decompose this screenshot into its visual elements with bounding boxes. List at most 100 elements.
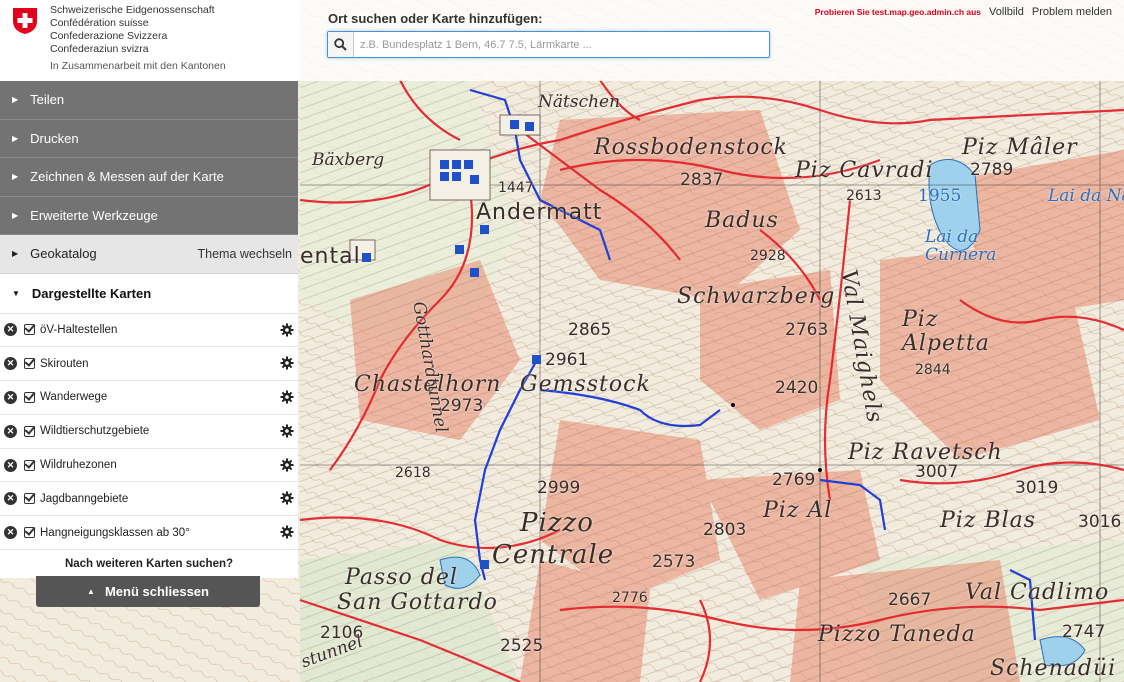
map-label-piz-al: Piz Al [763, 498, 833, 523]
sidebar-menu: ▶ Teilen ▶ Drucken ▶ Zeichnen & Messen a… [0, 81, 298, 579]
caret-right-icon: ▶ [12, 172, 19, 182]
gear-icon[interactable] [280, 525, 294, 539]
confederation-line-rm: Confederaziun svizra [50, 43, 149, 55]
map-label-pizzo: Pizzo [520, 508, 594, 538]
map-label-3007: 3007 [915, 462, 959, 482]
map-label-2667: 2667 [888, 590, 932, 610]
checkbox-checked-icon[interactable] [24, 391, 35, 403]
gear-icon[interactable] [280, 424, 294, 438]
map-label-2865: 2865 [568, 320, 612, 340]
map-label-2573: 2573 [652, 552, 696, 572]
test-site-link[interactable]: Probieren Sie test.map.geo.admin.ch aus [815, 7, 981, 17]
map-label-natschen: Nätschen [538, 92, 621, 112]
remove-layer-icon[interactable]: ✕ [4, 424, 17, 438]
map-label-andermatt: Andermatt [476, 200, 603, 225]
caret-right-icon: ▶ [12, 249, 19, 259]
map-label-passo-del: Passo del [345, 565, 458, 590]
confederation-line-fr: Confédération suisse [50, 17, 149, 29]
menu-draw-label: Zeichnen & Messen auf der Karte [30, 169, 224, 185]
map-label-2525: 2525 [500, 636, 544, 656]
menu-advanced-tools[interactable]: ▶ Erweiterte Werkzeuge [0, 196, 298, 235]
menu-displayed-maps-label: Dargestellte Karten [31, 285, 152, 301]
checkbox-checked-icon[interactable] [24, 493, 35, 505]
checkbox-checked-icon[interactable] [24, 358, 35, 370]
layer-label[interactable]: öV-Haltestellen [40, 324, 117, 336]
layer-label[interactable]: Skirouten [40, 358, 89, 370]
layer-row: ✕ Jagdbanngebiete [0, 482, 298, 517]
map-label-2776: 2776 [612, 590, 648, 606]
fullscreen-link[interactable]: Vollbild [989, 6, 1024, 18]
layer-row: ✕ Skirouten [0, 347, 298, 382]
map-label-2613: 2613 [846, 188, 882, 204]
map-label-piz-alpetta: Piz Alpetta [902, 307, 990, 356]
menu-geocatalog-label: Geokatalog [30, 246, 97, 262]
map-label-schwarzberg: Schwarzberg [677, 284, 836, 309]
checkbox-checked-icon[interactable] [24, 324, 35, 336]
close-menu-button[interactable]: ▲ Menü schliessen [36, 576, 260, 607]
report-problem-link[interactable]: Problem melden [1032, 6, 1112, 18]
map-label-san-gottardo: San Gottardo [337, 590, 498, 615]
map-label-ental: ental [300, 244, 361, 269]
gear-icon[interactable] [280, 458, 294, 472]
confederation-line-it: Confederazione Svizzera [50, 30, 168, 42]
map-label-2618: 2618 [395, 465, 431, 481]
layer-label[interactable]: Hangneigungsklassen ab 30° [40, 527, 190, 539]
map-label-2999: 2999 [537, 478, 581, 498]
map-label-lai-da-curnera: Lai da Curnera [925, 227, 997, 265]
remove-layer-icon[interactable]: ✕ [4, 492, 17, 506]
checkbox-checked-icon[interactable] [24, 459, 35, 471]
swiss-coat-of-arms-icon[interactable] [12, 7, 38, 35]
remove-layer-icon[interactable]: ✕ [4, 458, 17, 472]
layer-row: ✕ Wildtierschutzgebiete [0, 414, 298, 449]
map-label-1955: 1955 [918, 186, 962, 206]
gear-icon[interactable] [280, 390, 294, 404]
caret-right-icon: ▶ [12, 133, 19, 143]
layer-row: ✕ Wanderwege [0, 381, 298, 415]
header: Schweizerische Eidgenossenschaft Confédé… [0, 0, 1124, 81]
layer-row: ✕ Hangneigungsklassen ab 30° [0, 516, 298, 551]
map-label-pizzo-taneda: Pizzo Taneda [818, 622, 976, 647]
menu-displayed-maps[interactable]: ▼ Dargestellte Karten [0, 273, 298, 314]
checkbox-checked-icon[interactable] [24, 527, 35, 539]
gear-icon[interactable] [280, 323, 294, 337]
close-menu-label: Menü schliessen [104, 584, 209, 599]
map-label-1447: 1447 [498, 180, 534, 196]
confederation-line-de: Schweizerische Eidgenossenschaft [50, 4, 215, 16]
map-label-centrale: Centrale [492, 540, 615, 570]
map-label-2961: 2961 [545, 350, 589, 370]
map-label-badus: Badus [705, 208, 779, 233]
map-label-val-cadlimo: Val Cadlimo [965, 580, 1110, 605]
map-label-baxberg: Bäxberg [312, 150, 385, 170]
layer-label[interactable]: Wanderwege [40, 391, 107, 403]
menu-draw-measure[interactable]: ▶ Zeichnen & Messen auf der Karte [0, 158, 298, 197]
menu-share[interactable]: ▶ Teilen [0, 81, 298, 120]
layer-label[interactable]: Wildruhezonen [40, 459, 117, 471]
map-label-piz-maler: Piz Mâler [962, 135, 1078, 160]
caret-right-icon: ▶ [12, 210, 19, 220]
remove-layer-icon[interactable]: ✕ [4, 357, 17, 371]
layer-label[interactable]: Wildtierschutzgebiete [40, 425, 149, 437]
theme-switch-link[interactable]: Thema wechseln [198, 247, 293, 261]
map-label-2763: 2763 [785, 320, 829, 340]
remove-layer-icon[interactable]: ✕ [4, 526, 17, 540]
map-label-schenadui: Schenadüi [990, 656, 1117, 681]
confederation-text: Schweizerische Eidgenossenschaft Confédé… [50, 4, 226, 73]
search-input[interactable] [356, 32, 766, 57]
caret-right-icon: ▶ [12, 95, 19, 105]
caret-up-icon: ▲ [87, 587, 95, 596]
search-box [327, 31, 770, 58]
map-label-2420: 2420 [775, 378, 819, 398]
search-title: Ort suchen oder Karte hinzufügen: [328, 11, 543, 26]
checkbox-checked-icon[interactable] [24, 425, 35, 437]
menu-share-label: Teilen [30, 92, 65, 108]
gear-icon[interactable] [280, 491, 294, 505]
layer-label[interactable]: Jagdbanngebiete [40, 493, 128, 505]
remove-layer-icon[interactable]: ✕ [4, 323, 17, 337]
menu-print[interactable]: ▶ Drucken [0, 119, 298, 158]
map-label-2769: 2769 [772, 470, 816, 490]
search-more-maps-link[interactable]: Nach weiteren Karten suchen? [0, 550, 298, 579]
search-button[interactable] [328, 32, 354, 57]
menu-geocatalog[interactable]: ▶ Geokatalog Thema wechseln [0, 235, 298, 274]
gear-icon[interactable] [280, 356, 294, 370]
remove-layer-icon[interactable]: ✕ [4, 390, 17, 404]
